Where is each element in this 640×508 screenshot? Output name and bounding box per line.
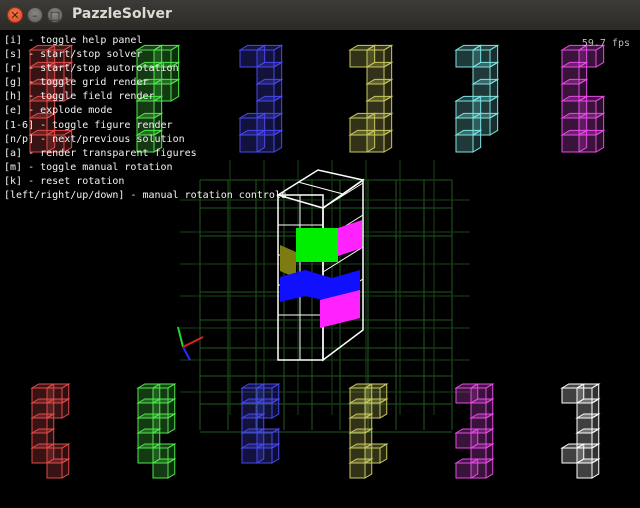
puzzle-column <box>276 169 365 362</box>
maximize-button[interactable]: □ <box>47 7 63 23</box>
close-button[interactable]: ✕ <box>7 7 23 23</box>
window-title: PazzleSolver <box>72 6 172 22</box>
help-line: [a] - render transparent figures <box>4 147 197 159</box>
render-viewport[interactable]: [i] - toggle help panel [s] - start/stop … <box>0 30 640 508</box>
title-bar[interactable]: ✕ – □ PazzleSolver <box>0 0 640 31</box>
figure-4-olive <box>348 44 394 153</box>
xyz-axes-icon <box>177 326 204 361</box>
solution-figure-4-olive <box>348 383 389 479</box>
help-line: [m] - toggle manual rotation <box>4 161 173 173</box>
help-line: [i] - toggle help panel <box>4 35 143 46</box>
y-axis <box>177 326 184 348</box>
minimize-button[interactable]: – <box>27 7 43 23</box>
solution-figure-5-magenta <box>454 383 495 479</box>
help-line: [h] - toggle field render <box>4 91 155 103</box>
help-line: [k] - reset rotation <box>4 175 125 187</box>
z-axis <box>182 346 191 361</box>
solution-figure-1-red <box>30 383 71 479</box>
help-line: [g] - toggle grid render <box>4 77 149 89</box>
figure-5-cyan <box>454 44 500 153</box>
help-line: [left/right/up/down] - manual rotation c… <box>4 190 287 202</box>
face-magenta-top <box>338 220 362 256</box>
fps-counter: 59.7 fps <box>581 38 630 49</box>
help-line: [1-6] - toggle figure render <box>4 119 173 131</box>
figure-6-magenta <box>560 44 606 153</box>
face-green <box>296 228 338 262</box>
help-line: [s] - start/stop solver <box>4 49 143 61</box>
help-line: [e] - explode mode <box>4 105 113 117</box>
assembled-puzzle <box>276 169 365 362</box>
solution-figure-2-green <box>136 383 177 479</box>
help-panel: [i] - toggle help panel [s] - start/stop … <box>4 34 287 203</box>
help-line: [r] - start/stop autorotation <box>4 63 179 75</box>
solution-figure-6-white <box>560 383 601 479</box>
bottom-figures-row <box>30 383 601 479</box>
solution-figure-3-blue <box>240 383 281 464</box>
face-olive <box>280 245 296 278</box>
help-line: [n/p] - next/previous solution <box>4 133 185 145</box>
